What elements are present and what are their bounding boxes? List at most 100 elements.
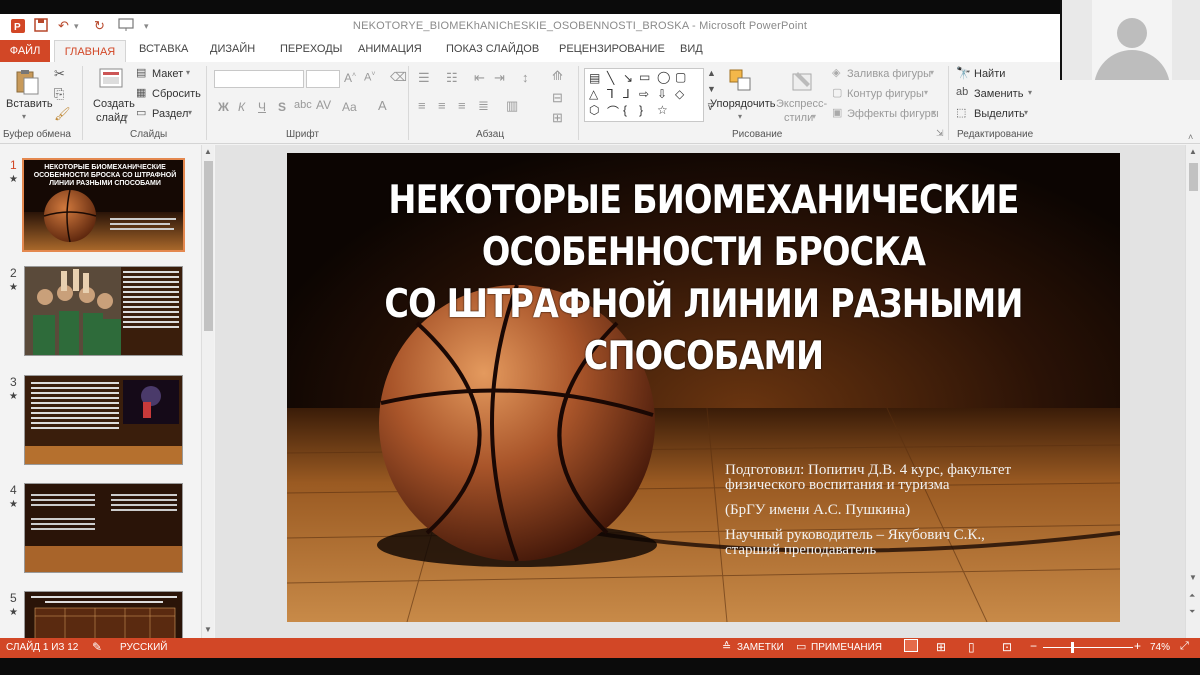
slideshow-view-icon[interactable]: ⊡ bbox=[1002, 640, 1012, 654]
down-arrow-shape-icon[interactable]: ⇩ bbox=[657, 87, 667, 101]
collapse-ribbon-icon[interactable]: ˄ bbox=[1188, 132, 1193, 142]
language-indicator[interactable]: РУССКИЙ bbox=[120, 642, 167, 653]
quick-styles-button[interactable]: Экспресс- bbox=[776, 98, 827, 110]
elbow-shape-icon[interactable]: ⅃ bbox=[623, 87, 630, 101]
shapes-scroll-down-icon[interactable]: ▼ bbox=[707, 84, 716, 94]
zoom-slider[interactable] bbox=[1043, 647, 1133, 648]
shapes-scroll-up-icon[interactable]: ▲ bbox=[707, 68, 716, 78]
shape-fill-button[interactable]: Заливка фигуры bbox=[847, 68, 931, 80]
notes-button[interactable]: ЗАМЕТКИ bbox=[737, 642, 784, 653]
comments-button[interactable]: ПРИМЕЧАНИЯ bbox=[811, 642, 882, 653]
select-button[interactable]: Выделить bbox=[974, 108, 1025, 120]
spelling-icon[interactable]: ✎ bbox=[92, 640, 102, 654]
align-left-icon[interactable]: ≡ bbox=[418, 98, 426, 113]
tab-animations[interactable]: АНИМАЦИЯ bbox=[358, 43, 422, 55]
redo-icon[interactable]: ↻ bbox=[94, 18, 105, 36]
scroll-down-icon[interactable]: ▼ bbox=[1189, 573, 1197, 582]
brace-close-shape-icon[interactable]: } bbox=[639, 103, 643, 117]
slide-title[interactable]: НЕКОТОРЫЕ БИОМЕХАНИЧЕСКИЕ ОСОБЕННОСТИ БР… bbox=[345, 175, 1061, 383]
zoom-in-icon[interactable]: + bbox=[1134, 639, 1141, 653]
replace-dropdown-icon[interactable]: ▾ bbox=[1028, 88, 1032, 97]
arrange-dropdown-icon[interactable]: ▾ bbox=[738, 112, 742, 121]
scroll-up-icon[interactable]: ▲ bbox=[204, 147, 212, 156]
rectangle-shape-icon[interactable]: ▭ bbox=[639, 70, 650, 84]
zoom-level[interactable]: 74% bbox=[1150, 642, 1170, 653]
curve-shape-icon[interactable]: ⌒ bbox=[607, 103, 619, 120]
section-button[interactable]: Раздел bbox=[152, 108, 188, 120]
font-family-select[interactable] bbox=[214, 70, 304, 88]
copy-icon[interactable]: ⎘ bbox=[54, 86, 64, 102]
customize-qat-icon[interactable]: ▾ bbox=[144, 21, 149, 39]
shapes-gallery[interactable]: ▤ ╲ ↘ ▭ ◯ ▢ △ ⅂ ⅃ ⇨ ⇩ ◇ ⬡ ⌒ { } ☆ bbox=[584, 68, 704, 122]
triangle-shape-icon[interactable]: △ bbox=[589, 87, 598, 101]
arrange-button[interactable]: Упорядочить bbox=[710, 98, 775, 110]
normal-view-icon[interactable] bbox=[904, 639, 918, 652]
line-spacing-icon[interactable]: ↕ bbox=[522, 70, 529, 85]
strikethrough-icon[interactable]: abc bbox=[294, 99, 312, 111]
italic-button[interactable]: К bbox=[238, 100, 245, 114]
rounded-rect-shape-icon[interactable]: ▢ bbox=[675, 70, 686, 84]
shrink-font-icon[interactable]: A˅ bbox=[364, 71, 375, 84]
right-arrow-shape-icon[interactable]: ⇨ bbox=[639, 87, 649, 101]
undo-icon[interactable]: ↶ bbox=[58, 18, 69, 36]
new-slide-dropdown-icon[interactable]: ▾ bbox=[124, 112, 128, 121]
format-painter-icon[interactable]: 🖌 bbox=[54, 106, 71, 122]
decrease-indent-icon[interactable]: ⇤ bbox=[474, 70, 485, 86]
star-shape-icon[interactable]: ☆ bbox=[657, 103, 668, 117]
replace-button[interactable]: Заменить bbox=[974, 88, 1023, 100]
quick-styles-dropdown-icon[interactable]: ▾ bbox=[812, 112, 816, 121]
tab-slideshow[interactable]: ПОКАЗ СЛАЙДОВ bbox=[446, 43, 539, 55]
slide-thumbnail-4[interactable] bbox=[24, 483, 183, 573]
shape-outline-dropdown-icon[interactable]: ▾ bbox=[924, 88, 928, 97]
clear-formatting-icon[interactable]: ⌫ bbox=[390, 70, 407, 84]
tab-home[interactable]: ГЛАВНАЯ bbox=[54, 40, 126, 63]
paste-button[interactable]: Вставить bbox=[6, 98, 53, 110]
arrow-shape-icon[interactable]: ↘ bbox=[623, 71, 633, 85]
quick-styles-icon[interactable] bbox=[790, 68, 816, 94]
paste-dropdown-icon[interactable]: ▾ bbox=[22, 112, 26, 121]
fit-to-window-icon[interactable]: ⤢ bbox=[1180, 640, 1189, 653]
drawing-dialog-launcher-icon[interactable]: ⇲ bbox=[936, 128, 944, 139]
brace-open-shape-icon[interactable]: { bbox=[623, 103, 627, 117]
main-slide[interactable]: НЕКОТОРЫЕ БИОМЕХАНИЧЕСКИЕ ОСОБЕННОСТИ БР… bbox=[287, 153, 1120, 622]
numbering-icon[interactable]: ☷ bbox=[446, 70, 458, 86]
scroll-down-icon[interactable]: ▼ bbox=[204, 625, 212, 634]
oval-shape-icon[interactable]: ◯ bbox=[657, 70, 670, 84]
justify-icon[interactable]: ≣ bbox=[478, 98, 489, 114]
new-slide-label[interactable]: слайд bbox=[96, 112, 127, 124]
scroll-up-icon[interactable]: ▲ bbox=[1189, 147, 1197, 156]
slide-thumbnail-1[interactable]: НЕКОТОРЫЕ БИОМЕХАНИЧЕСКИЕ ОСОБЕННОСТИ БР… bbox=[22, 158, 185, 252]
layout-dropdown-icon[interactable]: ▾ bbox=[186, 68, 190, 77]
shadow-button[interactable]: S bbox=[278, 100, 286, 114]
align-right-icon[interactable]: ≡ bbox=[458, 98, 466, 113]
reset-button[interactable]: Сбросить bbox=[152, 88, 201, 100]
tab-review[interactable]: РЕЦЕНЗИРОВАНИЕ bbox=[559, 43, 665, 55]
tab-transitions[interactable]: ПЕРЕХОДЫ bbox=[280, 43, 342, 55]
new-slide-icon[interactable] bbox=[98, 66, 124, 92]
font-size-select[interactable] bbox=[306, 70, 340, 88]
shape-outline-button[interactable]: Контур фигуры bbox=[847, 88, 924, 100]
slide-thumbnail-2[interactable] bbox=[24, 266, 183, 356]
shape-effects-button[interactable]: Эффекты фигуры bbox=[847, 108, 939, 120]
font-color-icon[interactable]: A bbox=[378, 98, 387, 113]
flowchart-shape-icon[interactable]: ◇ bbox=[675, 87, 684, 101]
thumbnails-scroll-thumb[interactable] bbox=[204, 161, 213, 331]
tab-view[interactable]: ВИД bbox=[680, 43, 703, 55]
notes-icon[interactable]: ≙ bbox=[722, 640, 731, 653]
comments-icon[interactable]: ▭ bbox=[796, 640, 806, 653]
section-dropdown-icon[interactable]: ▾ bbox=[188, 108, 192, 117]
new-slide-button[interactable]: Создать bbox=[93, 98, 135, 110]
columns-icon[interactable]: ▥ bbox=[506, 98, 518, 114]
line-shape-icon[interactable]: ╲ bbox=[607, 71, 614, 85]
slide-scrollbar[interactable]: ▲ ▼ ⏶ ⏷ bbox=[1185, 145, 1200, 638]
underline-button[interactable]: Ч bbox=[258, 100, 266, 114]
smartart-icon[interactable]: ⊞ bbox=[552, 110, 563, 126]
bullets-icon[interactable]: ☰ bbox=[418, 70, 430, 86]
connector-shape-icon[interactable]: ⅂ bbox=[607, 87, 614, 101]
slide-thumbnail-3[interactable] bbox=[24, 375, 183, 465]
thumbnails-scrollbar[interactable]: ▲ ▼ bbox=[201, 145, 214, 638]
grow-font-icon[interactable]: A˄ bbox=[344, 71, 356, 85]
increase-indent-icon[interactable]: ⇥ bbox=[494, 70, 505, 86]
paste-icon[interactable] bbox=[14, 68, 40, 95]
find-button[interactable]: Найти bbox=[974, 68, 1005, 80]
